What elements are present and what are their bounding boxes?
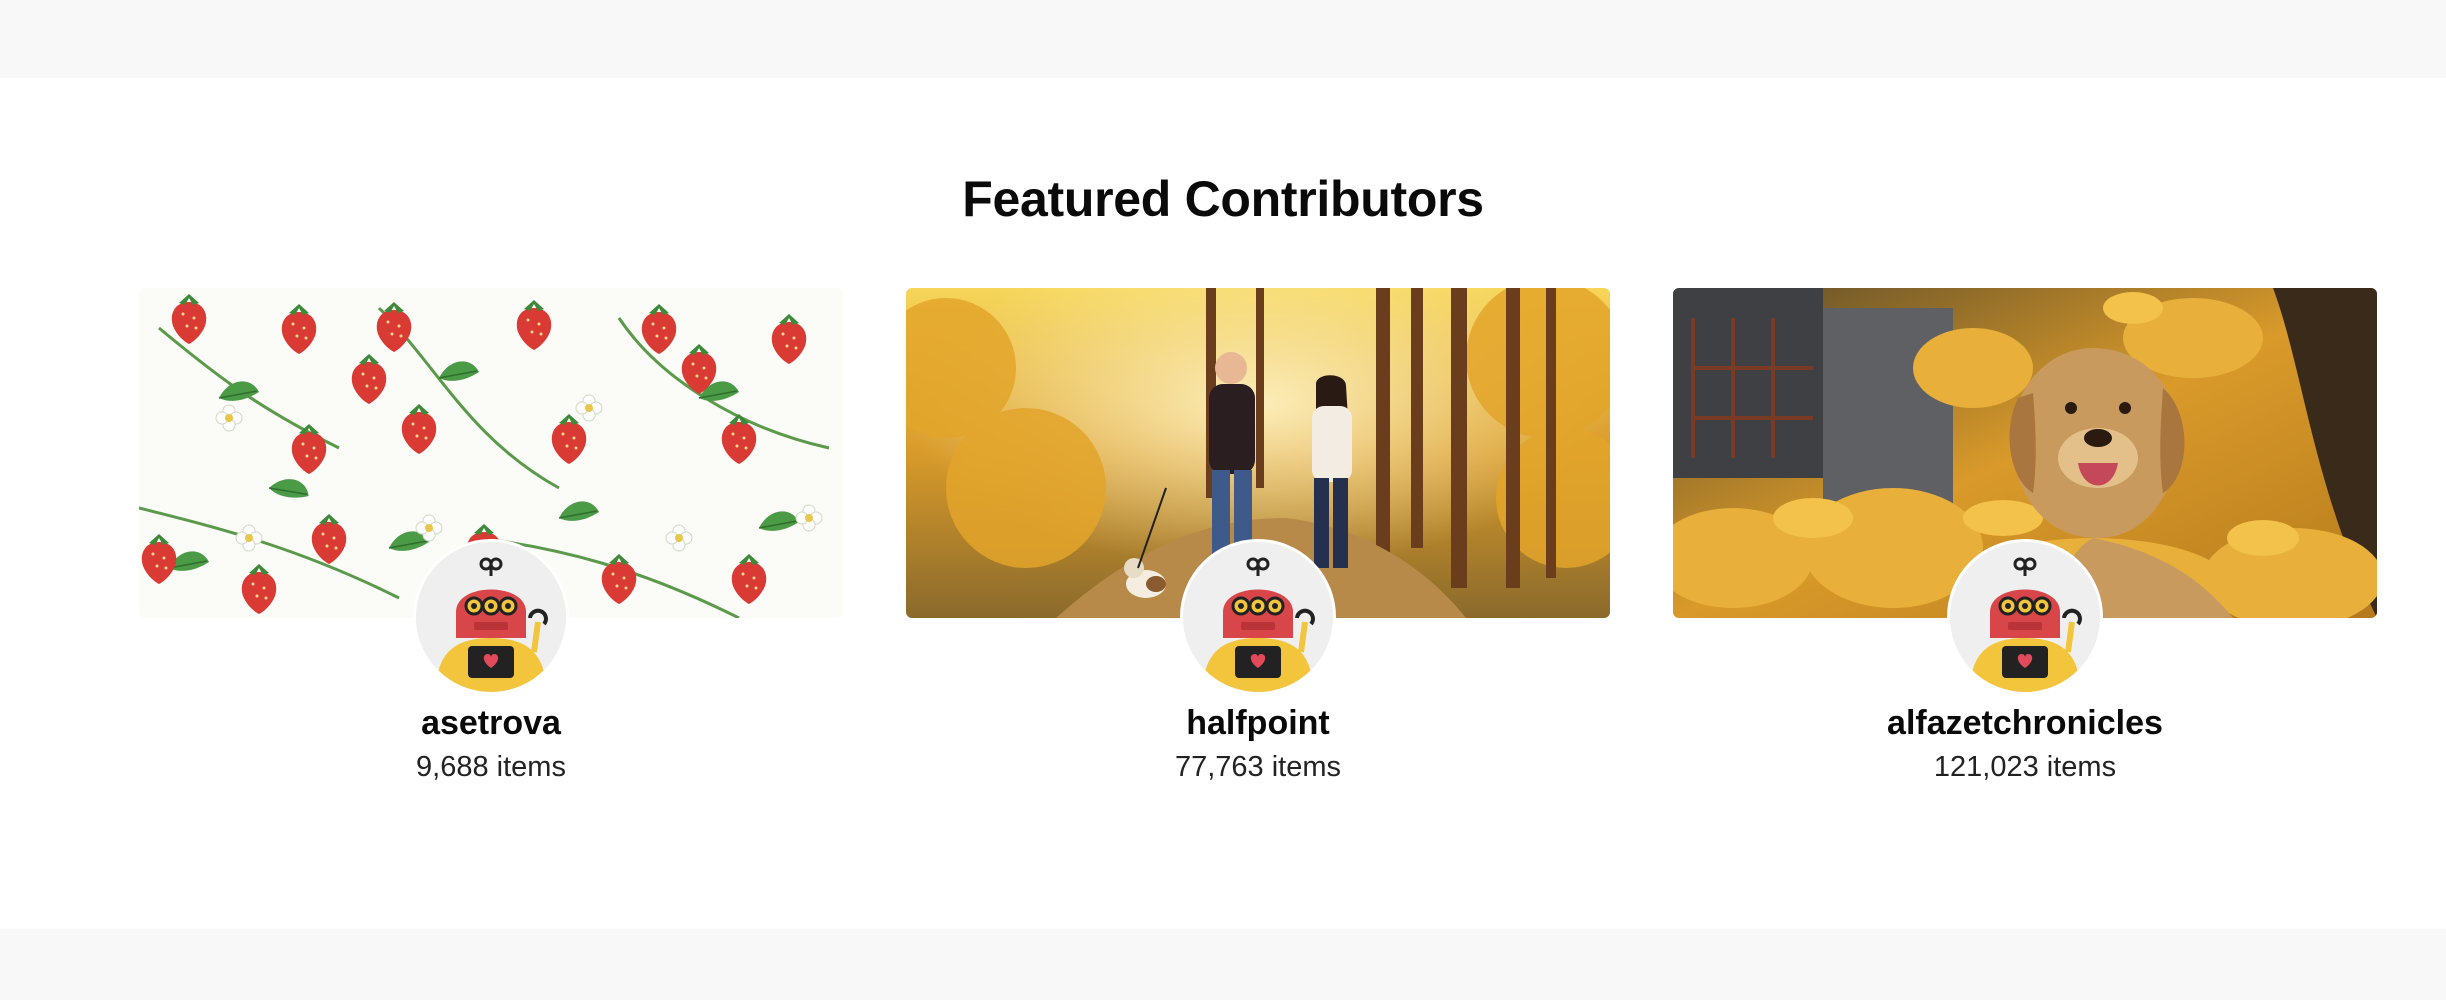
robot-avatar-icon[interactable] <box>413 539 569 695</box>
contributor-name[interactable]: alfazetchronicles <box>1673 704 2377 743</box>
contributor-name[interactable]: asetrova <box>139 704 843 743</box>
contributor-item-count: 77,763 items <box>1174 751 1342 783</box>
contributor-card-halfpoint[interactable]: halfpoint 77,763 items <box>906 288 1610 808</box>
robot-avatar-icon[interactable] <box>1947 539 2103 695</box>
top-band <box>0 0 2446 78</box>
robot-avatar-icon[interactable] <box>1180 539 1336 695</box>
contributor-item-count: 121,023 items <box>1933 751 2117 783</box>
contributor-name[interactable]: halfpoint <box>906 704 1610 743</box>
contributor-card-asetrova[interactable]: asetrova 9,688 items <box>139 288 843 808</box>
contributor-item-count: 9,688 items <box>416 751 566 783</box>
bottom-band <box>0 929 2446 1000</box>
contributor-card-alfazetchronicles[interactable]: alfazetchronicles 121,023 items <box>1673 288 2377 808</box>
section-title: Featured Contributors <box>962 171 1484 227</box>
